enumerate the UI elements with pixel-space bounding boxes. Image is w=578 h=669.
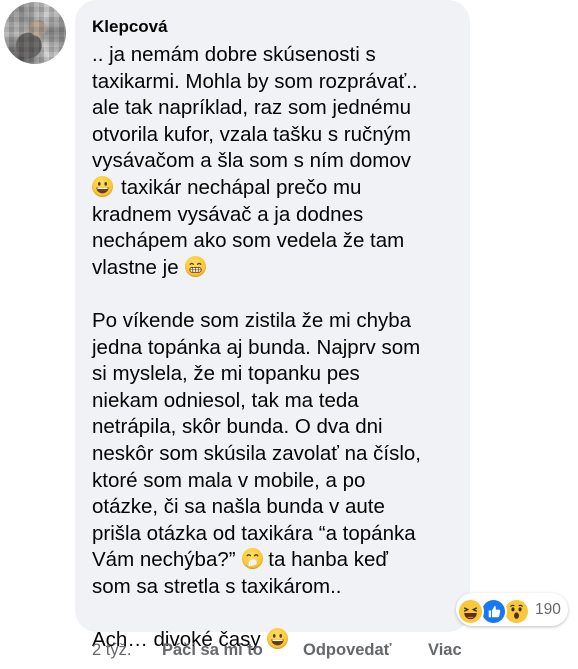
reaction-count[interactable]: 190	[535, 601, 561, 619]
like-button[interactable]: Páči sa mi to	[162, 641, 263, 660]
comment-line-text: ta hanba keď	[262, 548, 389, 572]
comment-line-text: taxikár nechápal prečo mu	[121, 175, 362, 199]
comment-line: Vám nechýba?” ta hanba keď	[92, 547, 462, 574]
comment-line-text: jedna topánka aj bunda. Najprv som	[92, 335, 421, 359]
comment-line: jedna topánka aj bunda. Najprv som	[92, 335, 462, 362]
laughing-react-icon	[457, 598, 484, 625]
like-react-icon	[480, 598, 507, 625]
comment-line-text: niekam odniesol, tak ma teda	[92, 388, 359, 412]
comment-line-text: neskôr som skúsila zavolať na číslo,	[92, 441, 421, 465]
comment-line: vlastne je	[92, 255, 462, 282]
comment-line: .. ja nemám dobre skúsenosti s	[92, 42, 462, 69]
comment-line: prišla otázka od taxikára “a topánka	[92, 521, 462, 548]
comment-line: taxikarmi. Mohla by som rozprávať..	[92, 69, 462, 96]
comment-line: otvorila kufor, vzala tašku s ručným	[92, 122, 462, 149]
comment-text: .. ja nemám dobre skúsenosti s taxikarmi.…	[92, 42, 462, 654]
comment-line: neskôr som skúsila zavolať na číslo,	[92, 441, 462, 468]
comment-line: netrápila, skôr bunda. O dva dni	[92, 414, 462, 441]
reactions-summary[interactable]: 190	[456, 593, 568, 626]
comment-line: vysávačom a šla som s ním domov	[92, 148, 462, 175]
grinning-emoji	[266, 628, 288, 650]
comment-line: otázke, či sa našla bunda v aute	[92, 494, 462, 521]
hand-over-mouth-emoji	[241, 548, 263, 570]
grimacing-emoji	[184, 255, 206, 277]
comment-line-text: .. ja nemám dobre skúsenosti s	[92, 43, 376, 66]
comment-line-text: som sa stretla s taxikárom..	[92, 574, 342, 598]
comment-line: ale tak napríklad, raz som jednému	[92, 95, 462, 122]
comment-line-text: vysávačom a šla som s ním domov	[92, 149, 411, 173]
comment-line-text: netrápila, skôr bunda. O dva dni	[92, 415, 383, 439]
comment-line: nechápem ako som vedela že tam	[92, 228, 462, 255]
comment-line: Ach… divoké časy	[92, 627, 462, 654]
comment-line-text: kradnem vysávač a ja dodnes	[92, 202, 364, 226]
comment-author[interactable]: Klepcová	[92, 17, 168, 37]
comment-line: Po víkende som zistila že mi chyba	[92, 308, 462, 335]
comment-line: kradnem vysávač a ja dodnes	[92, 202, 462, 229]
reply-button[interactable]: Odpovedať	[303, 641, 392, 660]
comment-line: ktoré som mala v mobile, a po	[92, 468, 462, 495]
comment-line: taxikár nechápal prečo mu	[92, 175, 462, 202]
more-button[interactable]: Viac	[428, 641, 462, 660]
comment-line-text: Vám nechýba?”	[92, 548, 236, 572]
wow-react-icon	[503, 598, 530, 625]
grinning-emoji	[92, 175, 113, 197]
comment-line: niekam odniesol, tak ma teda	[92, 388, 462, 415]
comment-line-text: otázke, či sa našla bunda v aute	[92, 495, 385, 519]
comment-line-text: prišla otázka od taxikára “a topánka	[92, 521, 416, 545]
avatar-blur	[4, 2, 66, 64]
comment-line-text: ktoré som mala v mobile, a po	[92, 468, 366, 492]
comment-line: si myslela, že mi topanku pes	[92, 361, 462, 388]
timestamp[interactable]: 2 týž.	[92, 641, 131, 660]
comment-line-text: nechápem ako som vedela že tam	[92, 229, 405, 253]
comment-line-text: si myslela, že mi topanku pes	[92, 362, 360, 386]
avatar[interactable]	[4, 2, 66, 64]
comment-line-text: otvorila kufor, vzala tašku s ručným	[92, 122, 412, 146]
comment-line-text: Po víkende som zistila že mi chyba	[92, 308, 412, 332]
comment-line-text: ale tak napríklad, raz som jednému	[92, 96, 412, 120]
comment-line-text: vlastne je	[92, 255, 179, 279]
comment-line: som sa stretla s taxikárom..	[92, 574, 462, 601]
comment-line-text: taxikarmi. Mohla by som rozprávať..	[92, 69, 418, 93]
